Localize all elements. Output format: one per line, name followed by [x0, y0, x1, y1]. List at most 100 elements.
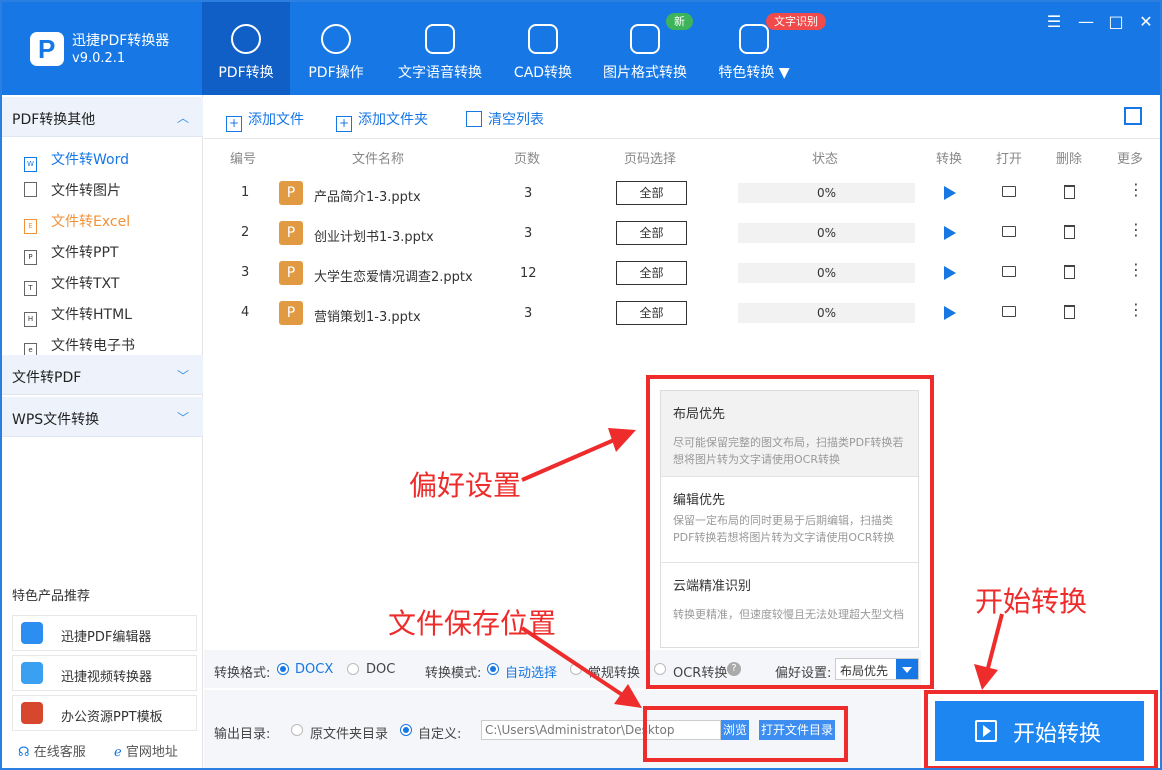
annotation-box-save-location — [643, 706, 848, 762]
table-row[interactable]: 2 P 创业计划书1-3.pptx 3 全部 0% ⋮ — [204, 216, 1160, 256]
original-dir-label: 原文件夹目录 — [310, 727, 389, 742]
promo-video-converter[interactable]: 迅捷视频转换器 — [12, 655, 197, 691]
excel-file-icon: E — [24, 219, 37, 234]
pdf-editor-icon — [21, 622, 43, 644]
auto-mode-radio[interactable] — [487, 663, 499, 675]
more-icon[interactable]: ⋮ — [1128, 220, 1144, 239]
tab-pdf-operate[interactable]: PDF操作 — [292, 2, 380, 95]
doc-radio[interactable] — [347, 663, 359, 675]
col-range: 页码选择 — [624, 152, 677, 167]
arrow-to-start — [986, 613, 1004, 669]
html-file-icon: H — [24, 312, 37, 327]
trash-icon[interactable] — [1064, 305, 1075, 319]
sidebar-item-ppt[interactable]: P 文件转PPT — [24, 242, 118, 265]
add-folder-button[interactable]: + 添加文件夹 — [336, 109, 428, 132]
promo-ppt-template[interactable]: 办公资源PPT模板 — [12, 695, 197, 731]
page-range-button[interactable]: 全部 — [616, 301, 687, 325]
menu-icon[interactable]: ☰ — [1044, 12, 1064, 31]
minimize-icon[interactable]: — — [1076, 12, 1096, 31]
table-row[interactable]: 3 P 大学生恋爱情况调查2.pptx 12 全部 0% ⋮ — [204, 256, 1160, 296]
image-file-icon — [24, 182, 37, 197]
waveform-icon — [425, 24, 455, 54]
arrow-head — [974, 664, 998, 690]
page-range-button[interactable]: 全部 — [616, 261, 687, 285]
official-site-link[interactable]: ℯ 官网地址 — [114, 741, 178, 760]
sidebar-item-word[interactable]: W 文件转Word — [24, 149, 129, 172]
sidebar-item-html[interactable]: H 文件转HTML — [24, 304, 132, 327]
page-range-button[interactable]: 全部 — [616, 221, 687, 245]
trash-icon[interactable] — [1064, 225, 1075, 239]
trash-icon[interactable] — [1064, 265, 1075, 279]
sidebar-section-file-to-pdf[interactable]: 文件转PDF ﹀ — [2, 355, 203, 395]
play-icon[interactable] — [944, 186, 956, 200]
promo-pdf-editor[interactable]: 迅捷PDF编辑器 — [12, 615, 197, 651]
sidebar-section-wps[interactable]: WPS文件转换 ﹀ — [2, 397, 203, 437]
add-file-icon: + — [226, 116, 242, 132]
ppt-template-icon — [21, 702, 43, 724]
table-row[interactable]: 1 P 产品简介1-3.pptx 3 全部 0% ⋮ — [204, 176, 1160, 216]
trash-icon — [466, 111, 482, 127]
headset-icon: ☊ — [18, 745, 30, 760]
clear-list-button[interactable]: 清空列表 — [466, 109, 544, 129]
txt-file-icon: T — [24, 281, 37, 296]
tab-pdf-convert[interactable]: PDF转换 — [202, 2, 290, 95]
trash-icon[interactable] — [1064, 185, 1075, 199]
cad-icon — [528, 24, 558, 54]
sidebar-item-txt[interactable]: T 文件转TXT — [24, 273, 119, 296]
more-icon[interactable]: ⋮ — [1128, 260, 1144, 279]
sidebar: PDF转换其他 ︿ W 文件转Word 文件转图片 E 文件转Excel P 文件转P… — [2, 95, 203, 768]
folder-open-icon[interactable] — [1002, 186, 1016, 197]
folder-open-icon[interactable] — [1002, 266, 1016, 277]
add-folder-icon: + — [336, 116, 352, 132]
annotation-pref-text: 偏好设置 — [409, 469, 522, 502]
app-logo — [30, 32, 64, 66]
word-file-icon: W — [24, 157, 37, 172]
col-open: 打开 — [996, 152, 1023, 167]
app-name: 迅捷PDF转换器 — [72, 33, 170, 49]
tab-cad[interactable]: CAD转换 — [499, 2, 587, 95]
ocr-badge: 文字识别 — [766, 13, 826, 30]
ppt-file-icon: P — [279, 301, 303, 325]
file-name: 创业计划书1-3.pptx — [314, 230, 434, 245]
page-count: 3 — [524, 306, 533, 321]
more-icon[interactable]: ⋮ — [1128, 300, 1144, 319]
play-icon[interactable] — [944, 306, 956, 320]
normal-mode-radio[interactable] — [570, 663, 582, 675]
close-icon[interactable]: ✕ — [1136, 12, 1156, 31]
docx-radio[interactable] — [277, 663, 289, 675]
online-service-link[interactable]: ☊ 在线客服 — [18, 741, 86, 760]
page-count: 3 — [524, 226, 533, 241]
tab-text-speech[interactable]: 文字语音转换 — [390, 2, 490, 95]
ppt-file-icon: P — [279, 181, 303, 205]
auto-mode-label: 自动选择 — [505, 666, 558, 681]
more-icon[interactable]: ⋮ — [1128, 180, 1144, 199]
col-pages: 页数 — [514, 152, 541, 167]
page-range-button[interactable]: 全部 — [616, 181, 687, 205]
normal-mode-label: 常规转换 — [588, 666, 641, 681]
play-icon[interactable] — [944, 226, 956, 240]
table-row[interactable]: 4 P 营销策划1-3.pptx 3 全部 0% ⋮ — [204, 296, 1160, 336]
original-dir-radio[interactable] — [291, 724, 303, 736]
custom-dir-radio[interactable] — [400, 724, 412, 736]
start-convert-button[interactable]: 开始转换 — [935, 701, 1144, 761]
chevron-up-icon: ︿ — [176, 111, 189, 125]
chevron-down-icon: ▼ — [778, 65, 790, 81]
output-label: 输出目录: — [214, 727, 271, 742]
file-name: 产品简介1-3.pptx — [314, 190, 421, 205]
folder-open-icon[interactable] — [1002, 306, 1016, 317]
sidebar-section-pdf-other[interactable]: PDF转换其他 ︿ — [2, 97, 203, 137]
play-icon[interactable] — [944, 266, 956, 280]
grid-view-icon[interactable] — [1124, 107, 1142, 125]
ppt-file-icon: P — [24, 250, 37, 265]
special-convert-icon — [739, 24, 769, 54]
folder-open-icon[interactable] — [1002, 226, 1016, 237]
sidebar-item-excel[interactable]: E 文件转Excel — [24, 211, 130, 234]
maximize-icon[interactable]: □ — [1106, 12, 1126, 31]
progress-bar: 0% — [738, 183, 915, 203]
mode-label: 转换模式: — [425, 666, 482, 681]
add-file-button[interactable]: + 添加文件 — [226, 109, 304, 132]
col-convert: 转换 — [936, 152, 963, 167]
file-name: 营销策划1-3.pptx — [314, 310, 421, 325]
col-status: 状态 — [812, 152, 839, 167]
sidebar-item-image[interactable]: 文件转图片 — [24, 180, 121, 200]
